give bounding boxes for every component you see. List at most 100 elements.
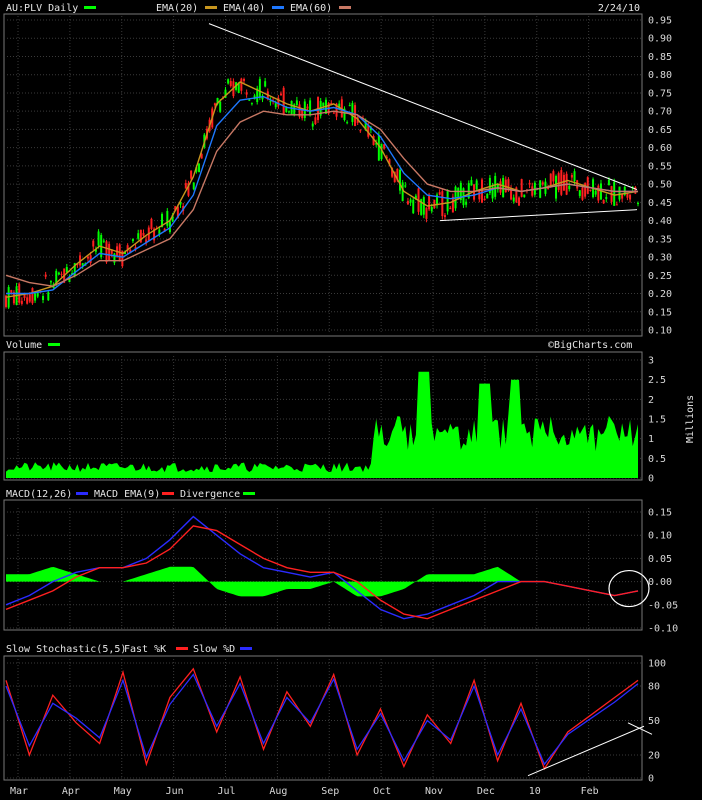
price-panel-frame (3, 13, 643, 337)
y-tick-label: 0 (648, 774, 654, 785)
candle-body (541, 182, 544, 185)
stoch-title: Slow Stochastic(5,5) (6, 644, 126, 655)
candle-body (555, 176, 558, 199)
candle-body (192, 182, 195, 190)
candle-body (137, 233, 140, 239)
volume-unit: Millions (685, 395, 696, 443)
candle-body (629, 194, 632, 200)
y-tick-label: 0.15 (648, 307, 672, 318)
ema60-swatch (339, 6, 351, 9)
volume-area (6, 371, 638, 478)
candle-body (240, 78, 243, 91)
candle-body (531, 186, 534, 196)
candle-body (108, 243, 111, 261)
y-tick-label: 50 (648, 716, 660, 727)
x-tick-label: Feb (581, 786, 599, 797)
stoch-trendline (527, 725, 645, 777)
candle-body (213, 103, 216, 106)
candle-body (594, 190, 597, 195)
fastk-swatch (176, 647, 188, 650)
ema20-swatch (205, 6, 217, 9)
candle-body (518, 197, 521, 206)
candle-body (295, 100, 298, 105)
candle-body (42, 295, 45, 300)
candle-body (512, 197, 515, 202)
y-tick-label: 0.75 (648, 88, 672, 99)
candle-body (428, 195, 431, 210)
divergence-swatch (243, 492, 255, 495)
candle-body (613, 181, 616, 206)
y-tick-label: 0.35 (648, 234, 672, 245)
candle-body (245, 92, 248, 95)
macd-panel-frame (3, 499, 643, 631)
candle-body (449, 207, 452, 210)
candle-body (626, 193, 629, 198)
candle-body (264, 81, 267, 87)
candle-body (346, 122, 349, 124)
candle-body (258, 78, 261, 98)
candle-body (377, 134, 380, 161)
candle-body (438, 192, 441, 195)
y-tick-label: 0.45 (648, 198, 672, 209)
candle-body (404, 185, 407, 187)
candle-body (425, 207, 428, 219)
y-tick-label: 20 (648, 751, 660, 762)
candle-body (274, 103, 277, 108)
candle-body (105, 241, 108, 263)
macd-ema-label: MACD EMA(9) (94, 489, 160, 500)
slowd-label: Slow %D (193, 644, 235, 655)
candle-body (494, 175, 497, 197)
candle-body (607, 179, 610, 186)
y-tick-label: 0.50 (648, 180, 672, 191)
candle-body (332, 112, 335, 114)
y-tick-label: 0.20 (648, 289, 672, 300)
candle-body (49, 281, 52, 283)
candle-body (399, 170, 402, 191)
y-tick-label: 2 (648, 395, 654, 406)
candle-body (309, 100, 312, 115)
ema-line-3 (5, 110, 638, 287)
candle-body (36, 292, 39, 297)
candle-body (287, 111, 290, 113)
candle-body (47, 292, 50, 301)
candle-body (60, 273, 63, 275)
candle-body (562, 174, 565, 191)
candle-body (354, 105, 357, 127)
candle-body (306, 106, 309, 109)
candle-body (470, 180, 473, 186)
annotation-circle (608, 569, 650, 608)
candle-body (20, 300, 23, 304)
candle-body (31, 288, 34, 304)
candle-body (322, 102, 325, 107)
support-trendline (439, 209, 638, 222)
ema-line-2 (6, 95, 638, 295)
y-tick-label: 0.85 (648, 52, 672, 63)
candle-body (311, 123, 314, 127)
chart-stage: 0.95 0.90 0.85 0.80 0.75 0.70 0.65 0.60 0.55 0.50… (0, 0, 702, 800)
candle-body (26, 297, 29, 304)
candle-body (523, 194, 526, 198)
x-tick-label: 10 (529, 786, 541, 797)
candle-body (10, 290, 13, 293)
candle-body (97, 231, 100, 246)
candle-body (615, 204, 618, 206)
candle-body (457, 188, 460, 198)
candle-body (573, 171, 576, 182)
candle-body (406, 201, 409, 205)
candle-body (198, 163, 201, 172)
candle-body (44, 274, 47, 277)
candle-body (605, 197, 608, 199)
candle-body (443, 215, 446, 218)
candle-body (422, 197, 425, 215)
chart-svg: 0.950.900.850.800.750.700.650.600.550.50… (3, 3, 696, 797)
y-tick-label: 0.15 (648, 508, 672, 519)
candle-body (314, 117, 317, 124)
candle-body (446, 190, 449, 212)
candle-body (348, 105, 351, 107)
candle-body (227, 79, 230, 84)
candle-body (602, 199, 605, 204)
y-tick-label: 0.30 (648, 253, 672, 264)
candle-body (465, 201, 468, 205)
macd-ema-swatch (162, 492, 174, 495)
y-tick-label: 0.95 (648, 16, 672, 27)
